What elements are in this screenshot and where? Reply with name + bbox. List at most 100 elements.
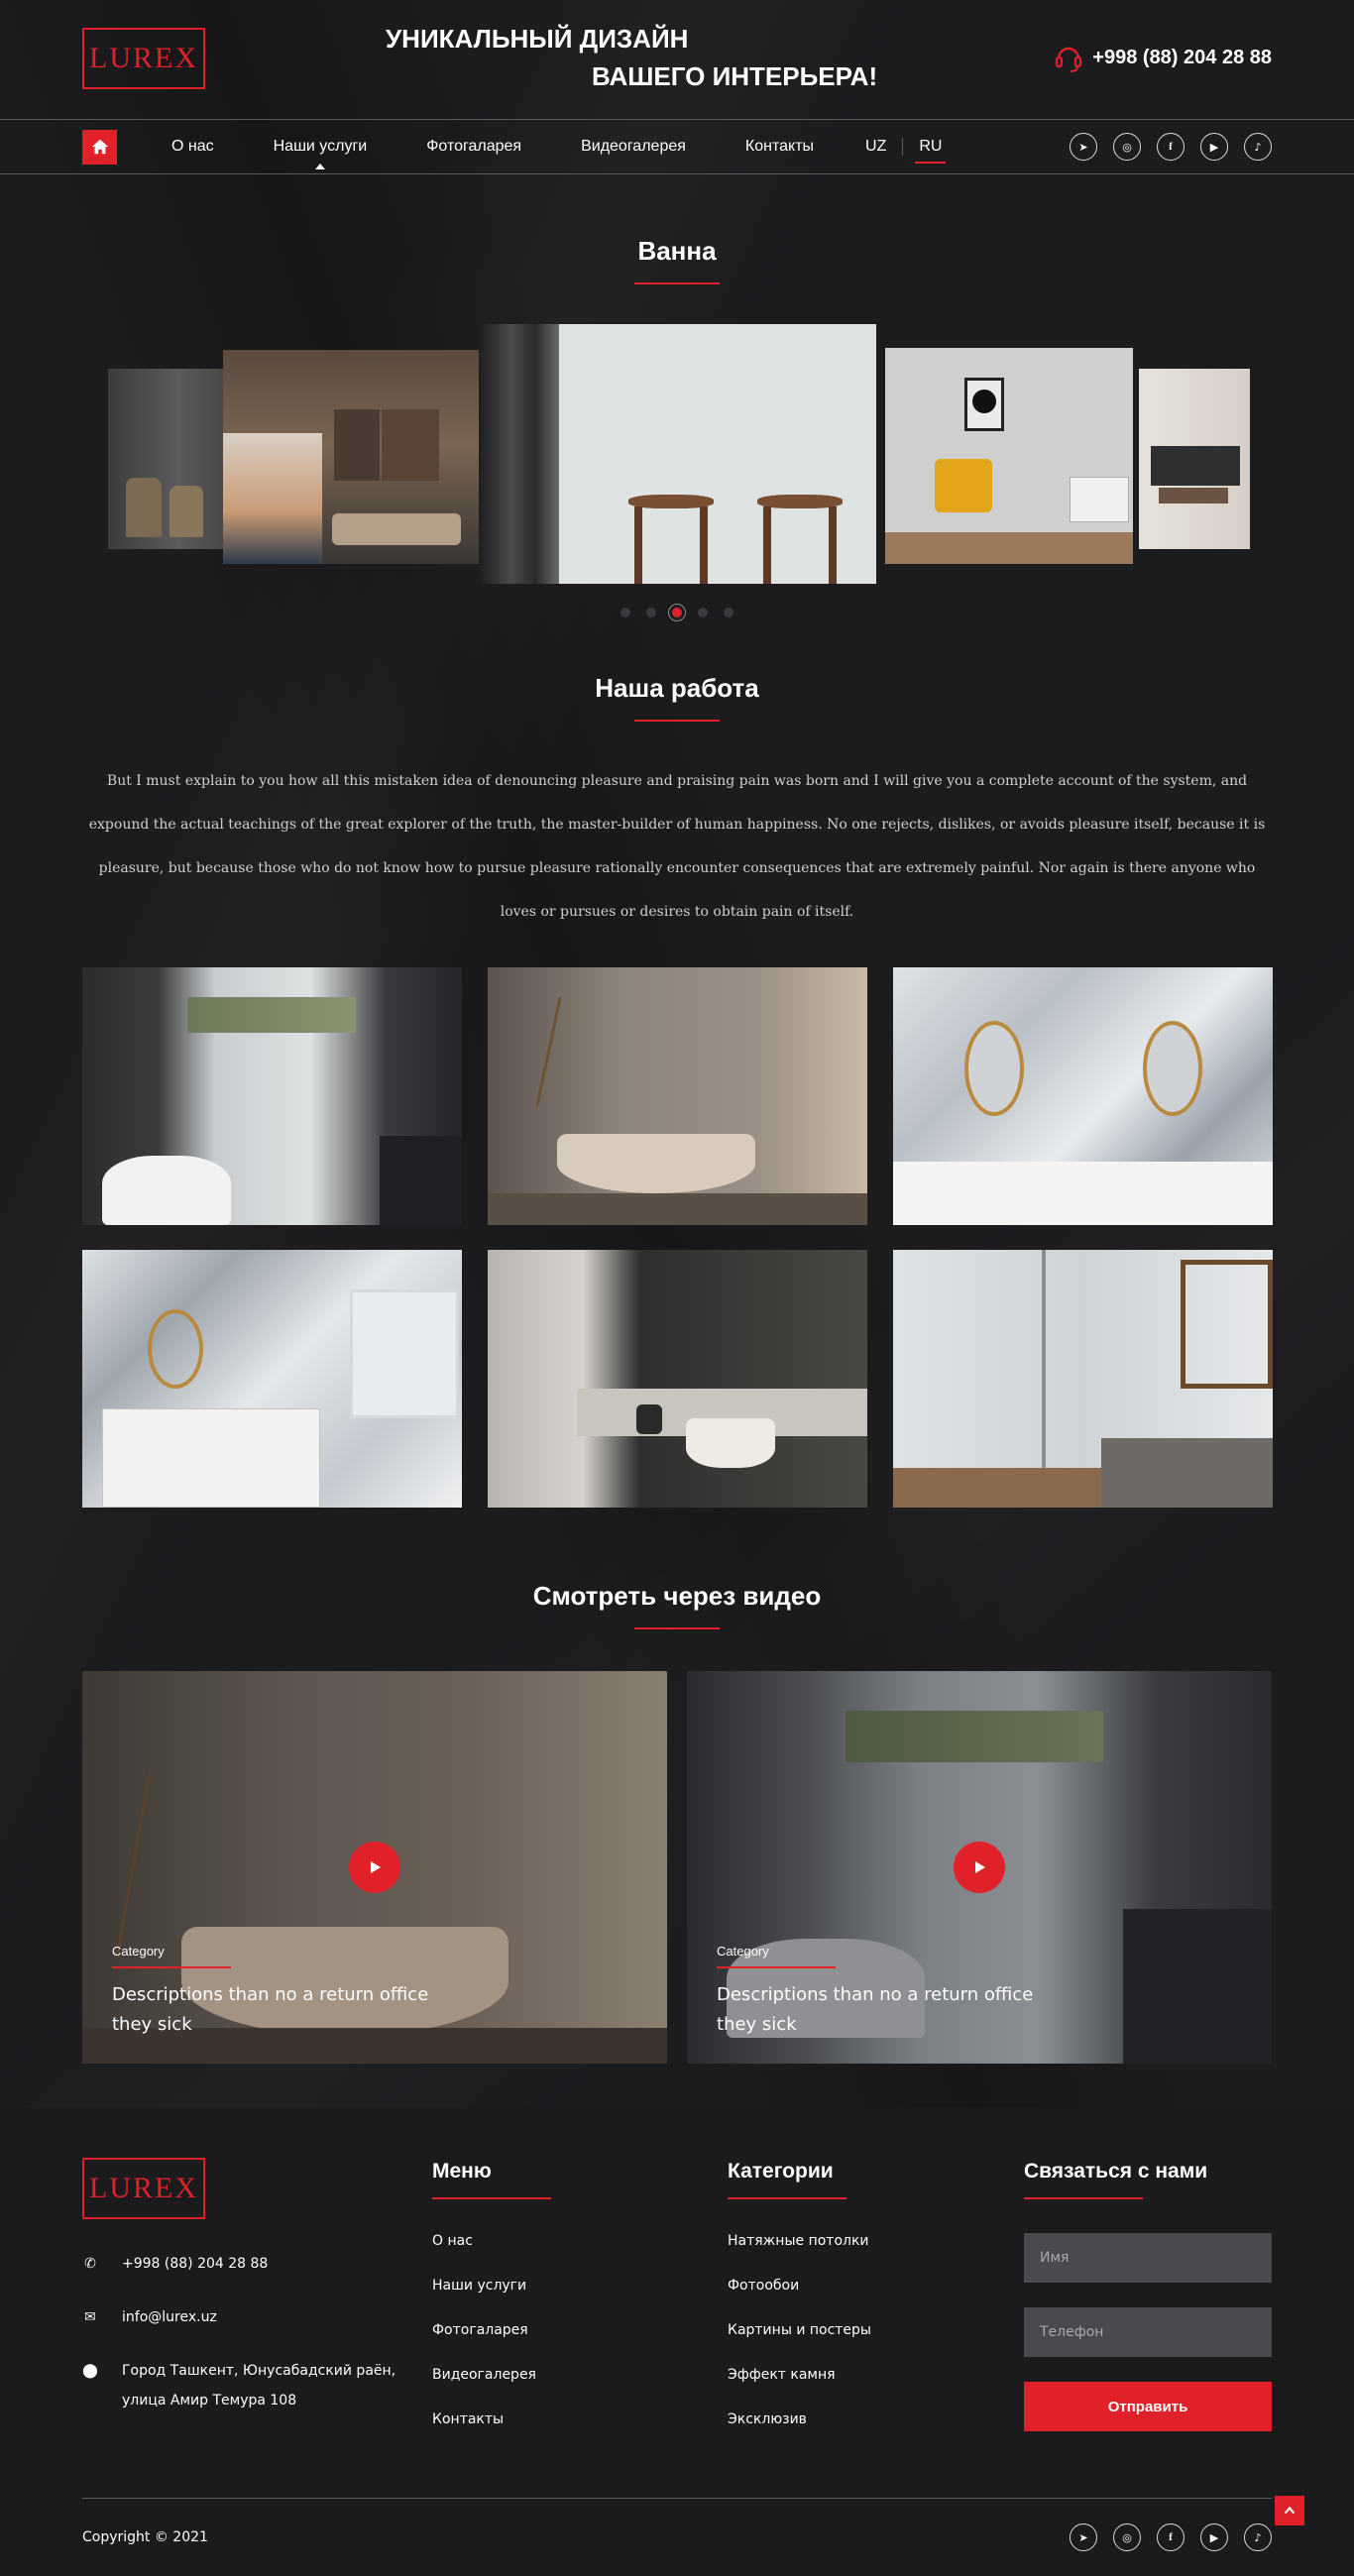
nav-item-about[interactable]: О нас (171, 138, 214, 156)
carousel[interactable] (82, 324, 1272, 584)
gallery-image[interactable] (893, 967, 1273, 1225)
facebook-icon[interactable]: f (1157, 133, 1185, 161)
tagline-line1: УНИКАЛЬНЫЙ ДИЗАЙН (386, 24, 689, 54)
carousel-dot[interactable] (724, 608, 733, 617)
gallery-image[interactable] (82, 1250, 462, 1508)
carousel-slide[interactable] (108, 369, 225, 549)
footer-link-about[interactable]: О нас (432, 2219, 551, 2264)
footer-category-link[interactable]: Эффект камня (728, 2353, 871, 2398)
footer-bottom: Copyright © 2021 ➤ ◎ f ▶ ♪ (82, 2498, 1272, 2576)
send-button[interactable]: Отправить (1024, 2382, 1272, 2431)
lang-ru[interactable]: RU (903, 138, 958, 164)
play-icon (975, 1861, 985, 1873)
footer-address: ⬤ Город Ташкент, Юнусабадский раён, улиц… (82, 2356, 395, 2415)
scroll-to-top-button[interactable] (1275, 2496, 1304, 2525)
home-icon (91, 139, 108, 155)
tiktok-icon[interactable]: ♪ (1244, 133, 1272, 161)
header-phone[interactable]: +998 (88) 204 28 88 (1053, 42, 1272, 73)
video-section: Смотреть через видео Category Descriptio… (82, 1581, 1272, 2064)
logo-text: LUREX (89, 42, 198, 74)
footer-contact-form: Связаться с нами Отправить (1024, 2160, 1272, 2431)
header: LUREX УНИКАЛЬНЫЙ ДИЗАЙН ВАШЕГО ИНТЕРЬЕРА… (82, 0, 1272, 119)
footer-email[interactable]: ✉ info@lurex.uz (82, 2302, 395, 2332)
work-description: But I must explain to you how all this m… (88, 773, 1266, 920)
title-underline (634, 1627, 720, 1629)
play-button[interactable] (954, 1842, 1005, 1893)
section-title-bath: Ванна (637, 236, 717, 266)
video-description: Descriptions than no a return office the… (717, 1984, 1034, 2035)
instagram-icon[interactable]: ◎ (1113, 133, 1141, 161)
video-card[interactable]: Category Descriptions than no a return o… (82, 1671, 667, 2064)
title-underline (432, 2197, 551, 2199)
footer-email-text: info@lurex.uz (122, 2309, 217, 2325)
footer-category-link[interactable]: Фотообои (728, 2264, 871, 2308)
title-underline (634, 720, 720, 722)
home-button[interactable] (82, 129, 117, 165)
address-line2: улица Амир Темура 108 (122, 2393, 297, 2408)
headset-icon (1056, 47, 1082, 72)
play-button[interactable] (349, 1842, 400, 1893)
carousel-dot[interactable] (621, 608, 630, 617)
carousel-slide[interactable] (885, 348, 1133, 564)
gallery-image[interactable] (82, 967, 462, 1225)
chevron-up-icon (1284, 2506, 1296, 2515)
footer-link-contacts[interactable]: Контакты (432, 2398, 551, 2442)
footer-socials: ➤ ◎ f ▶ ♪ (1070, 2523, 1272, 2551)
page: LUREX УНИКАЛЬНЫЙ ДИЗАЙН ВАШЕГО ИНТЕРЬЕРА… (0, 0, 1354, 2576)
phone-input[interactable] (1024, 2307, 1272, 2357)
footer-categories-title: Категории (728, 2160, 834, 2183)
carousel-dot-active[interactable] (672, 608, 682, 617)
video-card[interactable]: Category Descriptions than no a return o… (687, 1671, 1272, 2064)
youtube-icon[interactable]: ▶ (1200, 133, 1228, 161)
nav-item-photo-gallery[interactable]: Фотогаларея (426, 138, 521, 156)
footer-menu: Меню О нас Наши услуги Фотогаларея Видео… (432, 2160, 551, 2442)
tiktok-icon[interactable]: ♪ (1244, 2523, 1272, 2551)
footer-link-video-gallery[interactable]: Видеогалерея (432, 2353, 551, 2398)
footer-link-services[interactable]: Наши услуги (432, 2264, 551, 2308)
footer-phone[interactable]: ✆ +998 (88) 204 28 88 (82, 2249, 395, 2279)
nav-item-services[interactable]: Наши услуги (274, 138, 367, 169)
copyright: Copyright © 2021 (82, 2529, 208, 2545)
tagline: УНИКАЛЬНЫЙ ДИЗАЙН ВАШЕГО ИНТЕРЬЕРА! (386, 20, 877, 95)
gallery-image[interactable] (488, 967, 867, 1225)
footer: LUREX ✆ +998 (88) 204 28 88 ✉ info@lurex… (0, 2108, 1354, 2576)
footer-menu-title: Меню (432, 2160, 492, 2183)
gallery-image[interactable] (893, 1250, 1273, 1508)
instagram-icon[interactable]: ◎ (1113, 2523, 1141, 2551)
nav-item-video-gallery[interactable]: Видеогалерея (581, 138, 686, 156)
footer-phone-text: +998 (88) 204 28 88 (122, 2256, 269, 2272)
bath-section: Ванна (82, 236, 1272, 617)
carousel-slide-active[interactable] (480, 324, 876, 584)
youtube-icon[interactable]: ▶ (1200, 2523, 1228, 2551)
carousel-slide[interactable] (1139, 369, 1250, 549)
carousel-dot[interactable] (646, 608, 656, 617)
footer-contact-title: Связаться с нами (1024, 2160, 1208, 2183)
nav-item-contacts[interactable]: Контакты (745, 138, 814, 156)
section-title-work: Наша работа (595, 673, 759, 703)
name-input[interactable] (1024, 2233, 1272, 2283)
work-gallery (82, 967, 1273, 1508)
telegram-icon[interactable]: ➤ (1070, 2523, 1097, 2551)
phone-icon: ✆ (84, 2256, 96, 2272)
footer-address-text: Город Ташкент, Юнусабадский раён, улица … (122, 2356, 395, 2415)
footer-category-link[interactable]: Картины и постеры (728, 2308, 871, 2353)
video-description: Descriptions than no a return office the… (112, 1984, 429, 2035)
play-icon (371, 1861, 381, 1873)
location-pin-icon: ⬤ (82, 2363, 98, 2379)
footer-category-link[interactable]: Натяжные потолки (728, 2219, 871, 2264)
nav-items: О нас Наши услуги Фотогаларея Видеогалер… (171, 138, 873, 169)
gallery-image[interactable] (488, 1250, 867, 1508)
footer-category-link[interactable]: Эксклюзив (728, 2398, 871, 2442)
section-title-video: Смотреть через видео (532, 1581, 822, 1611)
telegram-icon[interactable]: ➤ (1070, 133, 1097, 161)
logo[interactable]: LUREX (82, 28, 205, 89)
title-underline (634, 282, 720, 284)
video-category: Category (717, 1944, 836, 1968)
video-category: Category (112, 1944, 231, 1968)
facebook-icon[interactable]: f (1157, 2523, 1185, 2551)
footer-logo[interactable]: LUREX (82, 2158, 205, 2219)
carousel-slide[interactable] (223, 350, 479, 564)
footer-link-photo-gallery[interactable]: Фотогаларея (432, 2308, 551, 2353)
carousel-dot[interactable] (698, 608, 708, 617)
lang-uz[interactable]: UZ (849, 138, 904, 156)
